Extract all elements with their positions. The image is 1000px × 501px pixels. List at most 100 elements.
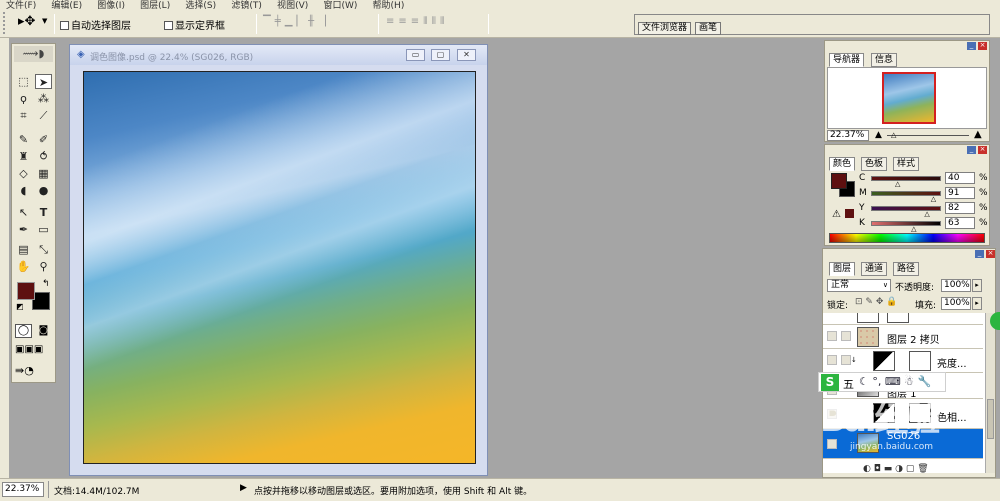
layer-row[interactable]: 图层 2 拷贝 bbox=[823, 325, 983, 349]
align-left-icon[interactable]: ▏ bbox=[296, 16, 304, 27]
document-size-info[interactable]: 文档:14.4M/102.7M bbox=[54, 484, 139, 497]
crop-tool-icon[interactable]: ⌗ bbox=[15, 108, 32, 123]
fill-field[interactable]: 100% bbox=[941, 297, 971, 310]
keyboard-icon[interactable]: ⌨ bbox=[885, 375, 901, 388]
menu-filter[interactable]: 滤镜(T) bbox=[225, 2, 268, 11]
lasso-tool-icon[interactable]: ϙ bbox=[15, 91, 32, 106]
tab-paths[interactable]: 路径 bbox=[893, 262, 920, 276]
distribute-bottom-icon[interactable]: ≡ bbox=[411, 16, 419, 27]
pen-tool-icon[interactable]: ✒ bbox=[15, 222, 32, 237]
trash-icon[interactable]: 🗑 bbox=[917, 464, 928, 474]
jump-to-imageready-icon[interactable]: ⇛◔ bbox=[15, 364, 34, 377]
new-layer-icon[interactable]: ▢ bbox=[906, 464, 915, 474]
menu-layer[interactable]: 图层(L) bbox=[134, 2, 176, 11]
status-zoom-field[interactable]: 22.37% bbox=[2, 482, 44, 497]
path-selection-tool-icon[interactable]: ↖ bbox=[15, 205, 32, 220]
default-colors-icon[interactable]: ◩ bbox=[16, 302, 24, 311]
clone-stamp-tool-icon[interactable]: ♜ bbox=[15, 149, 32, 164]
healing-brush-tool-icon[interactable]: ✎ bbox=[15, 132, 32, 147]
eraser-tool-icon[interactable]: ◇ bbox=[15, 166, 32, 181]
menu-image[interactable]: 图像(I) bbox=[91, 2, 131, 11]
zoom-tool-icon[interactable]: ⚲ bbox=[35, 259, 52, 274]
channel-m-thumb[interactable]: △ bbox=[931, 195, 936, 203]
magic-wand-tool-icon[interactable]: ⁂ bbox=[35, 91, 52, 106]
distribute-top-icon[interactable]: ≡ bbox=[386, 16, 394, 27]
panel-minimize-icon[interactable]: _ bbox=[967, 42, 976, 50]
zoom-in-icon[interactable]: ▲ bbox=[974, 129, 982, 140]
gradient-tool-icon[interactable]: ▦ bbox=[35, 166, 52, 181]
panel-close-icon[interactable]: × bbox=[978, 42, 987, 50]
panel-minimize-icon[interactable]: _ bbox=[967, 146, 976, 154]
lock-transparency-icon[interactable]: ⊡ bbox=[855, 297, 863, 307]
channel-c-slider[interactable] bbox=[871, 176, 941, 181]
menu-window[interactable]: 窗口(W) bbox=[317, 2, 363, 11]
distribute-left-icon[interactable]: ⦀ bbox=[423, 16, 427, 27]
channel-y-slider[interactable] bbox=[871, 206, 941, 211]
options-grip[interactable] bbox=[3, 12, 9, 34]
channel-c-thumb[interactable]: △ bbox=[895, 180, 900, 188]
document-close-button[interactable]: ✕ bbox=[457, 49, 476, 61]
document-minimize-button[interactable]: ▭ bbox=[406, 49, 425, 61]
new-set-icon[interactable]: ▬ bbox=[884, 464, 893, 474]
quick-mask-mode-icon[interactable]: ◙ bbox=[35, 324, 52, 338]
gamut-warning-icon[interactable]: ⚠ bbox=[832, 209, 841, 220]
show-bounds-checkbox[interactable] bbox=[164, 21, 173, 30]
history-brush-tool-icon[interactable]: ⥀ bbox=[35, 149, 52, 164]
align-hcenter-icon[interactable]: ╫ bbox=[308, 16, 314, 27]
chevron-down-icon[interactable]: ▼ bbox=[42, 17, 47, 25]
status-menu-arrow-icon[interactable]: ▶ bbox=[240, 483, 247, 493]
zoom-out-icon[interactable]: ▲ bbox=[875, 130, 882, 140]
panel-minimize-icon[interactable]: _ bbox=[975, 250, 984, 258]
sogou-ime-icon[interactable]: S bbox=[821, 374, 839, 391]
swap-colors-icon[interactable]: ↰ bbox=[42, 279, 50, 289]
tab-channels[interactable]: 通道 bbox=[861, 262, 888, 276]
navigator-thumbnail[interactable] bbox=[882, 72, 936, 124]
align-vcenter-icon[interactable]: ╪ bbox=[275, 16, 281, 27]
menu-select[interactable]: 选择(S) bbox=[179, 2, 222, 11]
visibility-toggle[interactable] bbox=[827, 331, 837, 341]
brush-tool-icon[interactable]: ✐ bbox=[35, 132, 52, 147]
blend-mode-select[interactable]: 正常 ∨ bbox=[827, 279, 891, 292]
auto-select-checkbox[interactable] bbox=[60, 21, 69, 30]
distribute-hcenter-icon[interactable]: ⦀ bbox=[432, 16, 436, 27]
align-bottom-icon[interactable]: ▁ bbox=[285, 16, 293, 27]
auto-select-option[interactable]: 自动选择图层 bbox=[60, 17, 131, 32]
channel-k-value[interactable]: 63 bbox=[945, 217, 975, 229]
move-tool-preset-icon[interactable]: ▸✥ bbox=[18, 14, 35, 29]
zoom-slider-thumb[interactable]: △ bbox=[891, 131, 896, 139]
move-tool-icon[interactable]: ➤ bbox=[35, 74, 52, 89]
align-top-icon[interactable]: ▔ bbox=[263, 16, 271, 27]
adobe-online-icon[interactable]: ⟿◗ bbox=[14, 46, 53, 62]
zoom-slider[interactable] bbox=[887, 135, 969, 136]
full-screen-mode-icon[interactable]: ▣ bbox=[34, 344, 43, 355]
tab-layers[interactable]: 图层 bbox=[829, 262, 856, 276]
new-adjustment-icon[interactable]: ◑ bbox=[895, 464, 903, 474]
channel-k-thumb[interactable]: △ bbox=[911, 225, 916, 233]
distribute-right-icon[interactable]: ⦀ bbox=[440, 16, 444, 27]
slice-tool-icon[interactable]: ⟋ bbox=[35, 108, 52, 123]
visibility-toggle[interactable] bbox=[827, 355, 837, 365]
channel-c-value[interactable]: 40 bbox=[945, 172, 975, 184]
layer-row[interactable]: ↓ 亮度... bbox=[823, 349, 983, 373]
notes-tool-icon[interactable]: ▤ bbox=[15, 242, 32, 257]
foreground-color-swatch[interactable] bbox=[17, 282, 35, 300]
marquee-tool-icon[interactable]: ⬚ bbox=[15, 74, 32, 89]
align-right-icon[interactable]: ▕ bbox=[318, 16, 326, 27]
type-tool-icon[interactable]: T bbox=[35, 205, 52, 220]
opacity-arrow-icon[interactable]: ▸ bbox=[972, 279, 982, 292]
menu-edit[interactable]: 编辑(E) bbox=[45, 2, 88, 11]
fill-arrow-icon[interactable]: ▸ bbox=[972, 297, 982, 310]
layer-style-icon[interactable]: ◐ bbox=[863, 464, 871, 474]
tab-info[interactable]: 信息 bbox=[871, 53, 898, 67]
distribute-vcenter-icon[interactable]: ≡ bbox=[398, 16, 406, 27]
dodge-tool-icon[interactable]: ● bbox=[35, 183, 52, 198]
menu-file[interactable]: 文件(F) bbox=[0, 2, 42, 11]
well-tab-brushes[interactable]: 画笔 bbox=[695, 22, 722, 35]
document-titlebar[interactable]: ◈ 调色图像.psd @ 22.4% (SG026, RGB) ▭ ▢ ✕ bbox=[70, 45, 487, 65]
panel-close-icon[interactable]: × bbox=[978, 146, 987, 154]
eyedropper-tool-icon[interactable]: ⤡ bbox=[35, 242, 52, 257]
ime-mode-label[interactable]: 五 bbox=[843, 376, 854, 392]
shape-tool-icon[interactable]: ▭ bbox=[35, 222, 52, 237]
punctuation-icon[interactable]: °, bbox=[872, 375, 881, 388]
layers-scrollbar[interactable] bbox=[985, 313, 995, 473]
